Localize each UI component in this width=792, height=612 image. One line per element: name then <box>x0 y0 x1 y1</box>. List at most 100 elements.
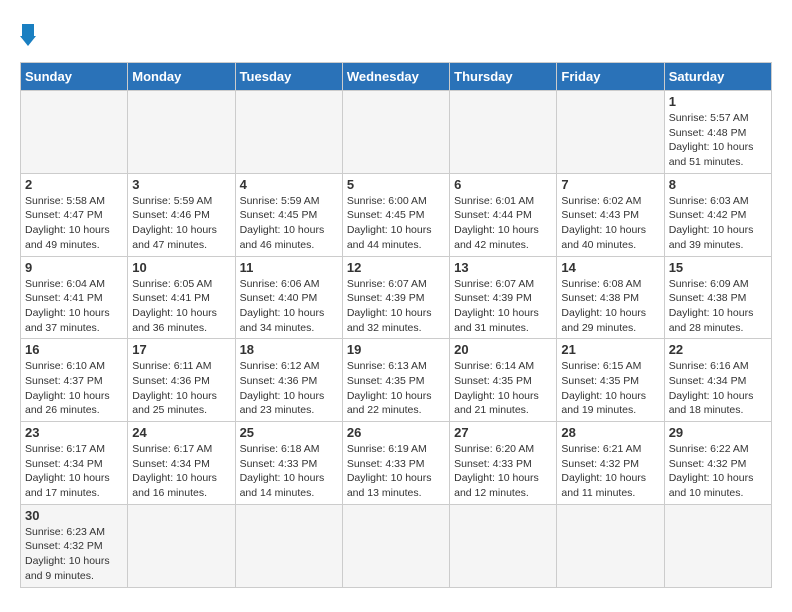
table-row <box>235 91 342 174</box>
table-row <box>128 504 235 587</box>
table-row: 2 Sunrise: 5:58 AMSunset: 4:47 PMDaylight… <box>21 173 128 256</box>
calendar-body: 1 Sunrise: 5:57 AMSunset: 4:48 PMDaylight… <box>21 91 772 588</box>
day-number: 21 <box>561 342 659 357</box>
table-row: 9 Sunrise: 6:04 AMSunset: 4:41 PMDaylight… <box>21 256 128 339</box>
calendar-table: SundayMondayTuesdayWednesdayThursdayFrid… <box>20 62 772 588</box>
table-row: 11Sunrise: 6:06 AMSunset: 4:40 PMDayligh… <box>235 256 342 339</box>
table-row: 14Sunrise: 6:08 AMSunset: 4:38 PMDayligh… <box>557 256 664 339</box>
day-number: 3 <box>132 177 230 192</box>
day-info: Sunrise: 6:17 AMSunset: 4:34 PMDaylight:… <box>25 442 123 501</box>
day-number: 13 <box>454 260 552 275</box>
day-number: 1 <box>669 94 767 109</box>
day-info: Sunrise: 5:59 AMSunset: 4:45 PMDaylight:… <box>240 194 338 253</box>
table-row: 4Sunrise: 5:59 AMSunset: 4:45 PMDaylight… <box>235 173 342 256</box>
day-info: Sunrise: 6:07 AMSunset: 4:39 PMDaylight:… <box>347 277 445 336</box>
header-day-friday: Friday <box>557 63 664 91</box>
day-info: Sunrise: 6:09 AMSunset: 4:38 PMDaylight:… <box>669 277 767 336</box>
day-info: Sunrise: 6:03 AMSunset: 4:42 PMDaylight:… <box>669 194 767 253</box>
table-row: 28 Sunrise: 6:21 AMSunset: 4:32 PMDayligh… <box>557 422 664 505</box>
table-row: 27Sunrise: 6:20 AMSunset: 4:33 PMDayligh… <box>450 422 557 505</box>
header-day-monday: Monday <box>128 63 235 91</box>
day-number: 6 <box>454 177 552 192</box>
table-row: 12Sunrise: 6:07 AMSunset: 4:39 PMDayligh… <box>342 256 449 339</box>
day-number: 15 <box>669 260 767 275</box>
table-row: 3 Sunrise: 5:59 AMSunset: 4:46 PMDaylight… <box>128 173 235 256</box>
table-row <box>557 91 664 174</box>
day-info: Sunrise: 6:22 AMSunset: 4:32 PMDaylight:… <box>669 442 767 501</box>
table-row: 15 Sunrise: 6:09 AMSunset: 4:38 PMDayligh… <box>664 256 771 339</box>
table-row: 21 Sunrise: 6:15 AMSunset: 4:35 PMDayligh… <box>557 339 664 422</box>
day-number: 7 <box>561 177 659 192</box>
table-row <box>342 91 449 174</box>
page-header <box>20 20 772 46</box>
day-number: 19 <box>347 342 445 357</box>
day-info: Sunrise: 6:18 AMSunset: 4:33 PMDaylight:… <box>240 442 338 501</box>
day-number: 9 <box>25 260 123 275</box>
table-row <box>664 504 771 587</box>
day-info: Sunrise: 5:59 AMSunset: 4:46 PMDaylight:… <box>132 194 230 253</box>
table-row <box>235 504 342 587</box>
day-info: Sunrise: 6:17 AMSunset: 4:34 PMDaylight:… <box>132 442 230 501</box>
day-info: Sunrise: 6:14 AMSunset: 4:35 PMDaylight:… <box>454 359 552 418</box>
day-info: Sunrise: 6:11 AMSunset: 4:36 PMDaylight:… <box>132 359 230 418</box>
table-row: 16Sunrise: 6:10 AMSunset: 4:37 PMDayligh… <box>21 339 128 422</box>
day-number: 28 <box>561 425 659 440</box>
table-row <box>342 504 449 587</box>
calendar-week-4: 23 Sunrise: 6:17 AMSunset: 4:34 PMDayligh… <box>21 422 772 505</box>
day-info: Sunrise: 5:57 AMSunset: 4:48 PMDaylight:… <box>669 111 767 170</box>
day-number: 23 <box>25 425 123 440</box>
table-row: 10Sunrise: 6:05 AMSunset: 4:41 PMDayligh… <box>128 256 235 339</box>
day-info: Sunrise: 6:12 AMSunset: 4:36 PMDaylight:… <box>240 359 338 418</box>
day-number: 8 <box>669 177 767 192</box>
day-number: 22 <box>669 342 767 357</box>
day-info: Sunrise: 5:58 AMSunset: 4:47 PMDaylight:… <box>25 194 123 253</box>
table-row: 5Sunrise: 6:00 AMSunset: 4:45 PMDaylight… <box>342 173 449 256</box>
day-number: 27 <box>454 425 552 440</box>
day-number: 24 <box>132 425 230 440</box>
table-row: 23 Sunrise: 6:17 AMSunset: 4:34 PMDayligh… <box>21 422 128 505</box>
logo-icon <box>20 24 36 46</box>
calendar-week-3: 16Sunrise: 6:10 AMSunset: 4:37 PMDayligh… <box>21 339 772 422</box>
table-row: 19 Sunrise: 6:13 AMSunset: 4:35 PMDayligh… <box>342 339 449 422</box>
table-row: 13 Sunrise: 6:07 AMSunset: 4:39 PMDayligh… <box>450 256 557 339</box>
table-row <box>21 91 128 174</box>
table-row: 1 Sunrise: 5:57 AMSunset: 4:48 PMDaylight… <box>664 91 771 174</box>
day-info: Sunrise: 6:19 AMSunset: 4:33 PMDaylight:… <box>347 442 445 501</box>
header-day-saturday: Saturday <box>664 63 771 91</box>
day-number: 18 <box>240 342 338 357</box>
day-number: 30 <box>25 508 123 523</box>
table-row: 17 Sunrise: 6:11 AMSunset: 4:36 PMDayligh… <box>128 339 235 422</box>
day-info: Sunrise: 6:15 AMSunset: 4:35 PMDaylight:… <box>561 359 659 418</box>
table-row: 26 Sunrise: 6:19 AMSunset: 4:33 PMDayligh… <box>342 422 449 505</box>
day-number: 2 <box>25 177 123 192</box>
calendar-week-5: 30Sunrise: 6:23 AMSunset: 4:32 PMDayligh… <box>21 504 772 587</box>
day-info: Sunrise: 6:06 AMSunset: 4:40 PMDaylight:… <box>240 277 338 336</box>
table-row: 22Sunrise: 6:16 AMSunset: 4:34 PMDayligh… <box>664 339 771 422</box>
day-number: 25 <box>240 425 338 440</box>
day-info: Sunrise: 6:13 AMSunset: 4:35 PMDaylight:… <box>347 359 445 418</box>
header-day-sunday: Sunday <box>21 63 128 91</box>
table-row: 8 Sunrise: 6:03 AMSunset: 4:42 PMDaylight… <box>664 173 771 256</box>
table-row <box>128 91 235 174</box>
day-info: Sunrise: 6:02 AMSunset: 4:43 PMDaylight:… <box>561 194 659 253</box>
day-info: Sunrise: 6:21 AMSunset: 4:32 PMDaylight:… <box>561 442 659 501</box>
header-day-thursday: Thursday <box>450 63 557 91</box>
day-info: Sunrise: 6:08 AMSunset: 4:38 PMDaylight:… <box>561 277 659 336</box>
table-row: 7 Sunrise: 6:02 AMSunset: 4:43 PMDaylight… <box>557 173 664 256</box>
table-row: 29Sunrise: 6:22 AMSunset: 4:32 PMDayligh… <box>664 422 771 505</box>
day-info: Sunrise: 6:05 AMSunset: 4:41 PMDaylight:… <box>132 277 230 336</box>
calendar-header-row: SundayMondayTuesdayWednesdayThursdayFrid… <box>21 63 772 91</box>
day-number: 17 <box>132 342 230 357</box>
header-day-wednesday: Wednesday <box>342 63 449 91</box>
table-row <box>557 504 664 587</box>
table-row: 30Sunrise: 6:23 AMSunset: 4:32 PMDayligh… <box>21 504 128 587</box>
day-number: 20 <box>454 342 552 357</box>
logo <box>20 20 40 46</box>
table-row: 18 Sunrise: 6:12 AMSunset: 4:36 PMDayligh… <box>235 339 342 422</box>
day-info: Sunrise: 6:04 AMSunset: 4:41 PMDaylight:… <box>25 277 123 336</box>
table-row: 24 Sunrise: 6:17 AMSunset: 4:34 PMDayligh… <box>128 422 235 505</box>
calendar-week-1: 2 Sunrise: 5:58 AMSunset: 4:47 PMDaylight… <box>21 173 772 256</box>
day-info: Sunrise: 6:07 AMSunset: 4:39 PMDaylight:… <box>454 277 552 336</box>
table-row: 6Sunrise: 6:01 AMSunset: 4:44 PMDaylight… <box>450 173 557 256</box>
day-number: 26 <box>347 425 445 440</box>
